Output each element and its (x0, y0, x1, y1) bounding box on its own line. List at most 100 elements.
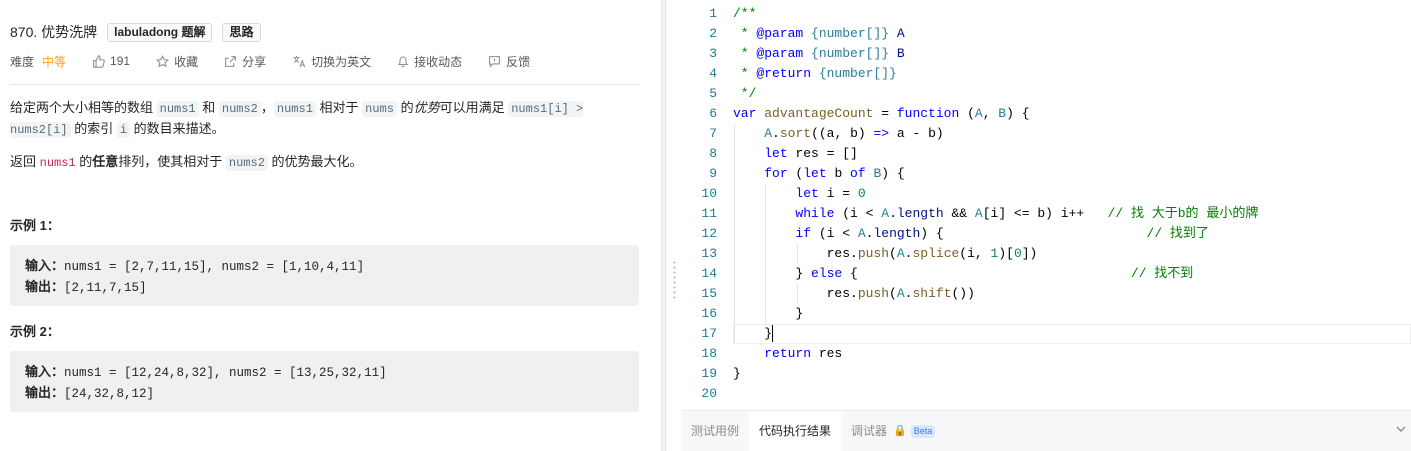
line-number: 7 (709, 126, 717, 141)
favorite-button[interactable]: 收藏 (156, 53, 198, 70)
like-count: 191 (110, 54, 131, 68)
tab-debugger[interactable]: 调试器 🔒 Beta (841, 411, 945, 451)
code-line[interactable]: * @param {number[]} B (733, 44, 905, 64)
line-number: 9 (709, 166, 717, 181)
code-line[interactable]: A.sort((a, b) => a - b) (733, 124, 943, 144)
code-line[interactable]: } (733, 324, 774, 344)
difficulty: 难度 中等 (10, 53, 66, 70)
desc-paragraph-2: 返回 nums1 的任意排列，使其相对于 nums2 的优势最大化。 (10, 152, 630, 173)
code-line[interactable]: return res (733, 344, 842, 364)
desc-text: 返回 (10, 154, 40, 169)
line-number: 3 (709, 46, 717, 61)
line-number: 5 (709, 86, 717, 101)
code-editor[interactable]: 1 /** 2 * @param {number[]} A 3 * @param {n… (681, 0, 1411, 410)
switch-language-label: 切换为英文 (311, 54, 372, 69)
desc-emphasis: 优势 (413, 100, 440, 115)
share-button[interactable]: 分享 (224, 53, 266, 70)
line-number: 17 (701, 326, 717, 341)
favorite-label: 收藏 (174, 54, 199, 69)
share-icon (224, 55, 237, 68)
code-line[interactable]: var advantageCount = function (A, B) { (733, 104, 1030, 124)
inline-code: nums1 (156, 101, 199, 117)
desc-text: 的优势最大化。 (267, 154, 363, 169)
code-line[interactable]: res.push(A.shift()) (733, 284, 975, 304)
translate-icon (292, 55, 306, 68)
desc-text: 和 (198, 100, 219, 115)
code-line[interactable]: * @param {number[]} A (733, 24, 905, 44)
input-value: nums1 = [2,7,11,15], nums2 = [1,10,4,11] (64, 260, 365, 274)
desc-text: 给定两个大小相等的数组 (10, 100, 157, 115)
output-value: [24,32,8,12] (64, 387, 155, 401)
code-line[interactable]: } (733, 304, 803, 324)
difficulty-value: 中等 (42, 54, 67, 69)
beta-badge: Beta (910, 424, 936, 438)
chevron-down-icon[interactable] (1395, 423, 1407, 438)
inline-code-highlight: nums1 (39, 156, 76, 170)
drag-handle-icon[interactable] (673, 260, 676, 300)
example-2-input: 输入：nums1 = [12,24,8,32], nums2 = [13,25,… (25, 362, 624, 383)
example-2-box: 输入：nums1 = [12,24,8,32], nums2 = [13,25,… (10, 351, 639, 412)
console-tab-bar: 测试用例 代码执行结果 调试器 🔒 Beta (681, 410, 1411, 451)
feedback-icon (488, 55, 501, 68)
code-line[interactable]: if (i < A.length) { // 找到了 (733, 224, 1209, 244)
tag-labuladong[interactable]: labuladong 题解 (107, 22, 213, 42)
code-line[interactable]: */ (733, 84, 757, 104)
switch-language-button[interactable]: 切换为英文 (292, 53, 371, 70)
line-number: 13 (701, 246, 717, 261)
desc-text: 的 (396, 100, 414, 115)
line-number: 20 (701, 386, 717, 401)
line-number: 10 (701, 186, 717, 201)
code-line[interactable]: } (733, 364, 741, 384)
output-label: 输出： (25, 385, 65, 400)
inline-code: nums2 (218, 101, 261, 117)
example-1-output: 输出：[2,11,7,15] (25, 277, 624, 298)
inline-code: nums2 (225, 155, 268, 171)
example-2-title: 示例 2： (10, 324, 60, 339)
code-line[interactable]: /** (733, 4, 756, 24)
pane-splitter[interactable] (661, 0, 666, 451)
divider (10, 84, 639, 85)
code-line[interactable]: let i = 0 (733, 184, 865, 204)
line-number: 2 (709, 26, 717, 41)
code-line[interactable]: for (let b of B) { (733, 164, 904, 184)
tag-thoughts[interactable]: 思路 (222, 22, 261, 42)
inline-code: nums (362, 101, 397, 117)
example-2-output: 输出：[24,32,8,12] (25, 383, 624, 404)
lock-icon: 🔒 (893, 425, 907, 437)
desc-paragraph-1: 给定两个大小相等的数组 nums1 和 nums2， nums1 相对于 nums… (10, 98, 630, 140)
line-number: 1 (709, 6, 717, 21)
feedback-label: 反馈 (506, 54, 531, 69)
line-number: 12 (701, 226, 717, 241)
code-line[interactable]: * @return {number[]} (733, 64, 897, 84)
like-button[interactable]: 191 (92, 54, 130, 68)
example-1-box: 输入：nums1 = [2,7,11,15], nums2 = [1,10,4,… (10, 245, 639, 306)
code-line[interactable]: } else { // 找不到 (733, 264, 1193, 284)
inline-code: i (116, 122, 131, 138)
code-line[interactable]: let res = [] (733, 144, 858, 164)
line-number: 4 (709, 66, 717, 81)
inline-code: nums1 (273, 101, 316, 117)
tab-run-result[interactable]: 代码执行结果 (749, 410, 842, 451)
output-value: [2,11,7,15] (64, 281, 147, 295)
desc-text: 可以用满足 (439, 100, 509, 115)
notifications-label: 接收动态 (414, 54, 463, 69)
input-label: 输入： (25, 258, 65, 273)
example-1-input: 输入：nums1 = [2,7,11,15], nums2 = [1,10,4,… (25, 256, 624, 277)
tab-testcases[interactable]: 测试用例 (681, 411, 749, 451)
line-number: 6 (709, 106, 717, 121)
notifications-button[interactable]: 接收动态 (397, 53, 462, 70)
desc-text: 相对于 (315, 100, 363, 115)
desc-text: 的 (75, 154, 93, 169)
feedback-button[interactable]: 反馈 (488, 53, 530, 70)
line-number: 8 (709, 146, 717, 161)
code-line[interactable]: while (i < A.length && A[i] <= b) i++ //… (733, 204, 1258, 224)
input-label: 输入： (25, 364, 65, 379)
desc-text: 的索引 (70, 121, 117, 136)
desc-strong: 任意 (92, 154, 119, 169)
debugger-label: 调试器 (851, 424, 888, 438)
code-line[interactable]: res.push(A.splice(i, 1)[0]) (733, 244, 1038, 264)
desc-text: 排列，使其相对于 (118, 154, 226, 169)
text-cursor (772, 325, 774, 343)
line-number: 18 (701, 346, 717, 361)
input-value: nums1 = [12,24,8,32], nums2 = [13,25,32,… (64, 366, 387, 380)
